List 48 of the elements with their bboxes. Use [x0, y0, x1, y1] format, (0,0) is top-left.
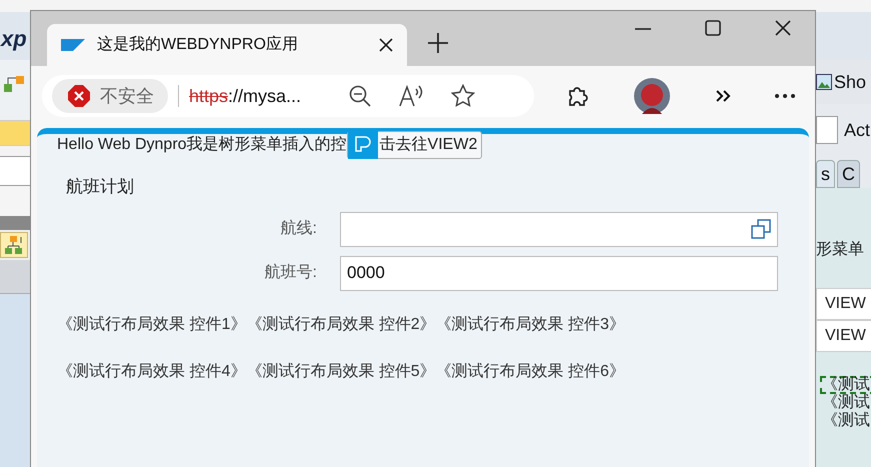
star-icon[interactable]: [451, 84, 475, 108]
field-label: 航班号:: [264, 262, 317, 283]
intro-text: Hello Web Dynpro我是树形菜单插入的控: [57, 134, 347, 155]
tab[interactable]: s: [816, 160, 835, 188]
close-icon[interactable]: [379, 38, 393, 52]
control-text: 《测试行布局效果 控件2》: [246, 314, 436, 334]
table-cell: VIEW: [816, 320, 871, 352]
input-field[interactable]: [340, 212, 778, 246]
control-text: 《测试行布局效果 控件5》: [246, 362, 436, 382]
tree-text: 形菜单: [816, 240, 865, 260]
error-icon: [68, 85, 90, 107]
minimize-icon[interactable]: [635, 28, 651, 30]
control-text: 《测试: [821, 394, 871, 412]
zoom-out-icon[interactable]: [349, 85, 371, 107]
hierarchy-icon[interactable]: [4, 74, 26, 94]
maximize-icon[interactable]: [705, 20, 721, 36]
security-chip[interactable]: 不安全: [52, 79, 168, 113]
picture-icon: [816, 74, 832, 90]
control-text: 《测试: [821, 412, 871, 430]
more-icon[interactable]: [774, 94, 795, 98]
section-title: 航班计划: [66, 176, 135, 198]
puzzle-icon[interactable]: [566, 84, 590, 108]
chevrons-icon[interactable]: [714, 89, 731, 103]
close-icon[interactable]: [775, 20, 791, 36]
read-aloud-icon[interactable]: [399, 85, 423, 107]
document-icon: [348, 131, 378, 159]
new-tab-icon[interactable]: [427, 32, 449, 54]
control-text: 《测试行布局效果 控件1》: [57, 314, 246, 334]
address-bar[interactable]: 不安全 https://mysa...: [42, 75, 534, 117]
view2-button[interactable]: 击去往VIEW2: [346, 131, 482, 159]
input-field[interactable]: [0, 156, 30, 186]
control-text: 《测试行布局效果 控件3》: [436, 314, 626, 334]
browser-tab[interactable]: 这是我的WEBDYNPRO应用: [47, 24, 407, 66]
control-text: 《测试: [820, 376, 871, 394]
field-label: Act: [844, 118, 870, 142]
toolbar-strip: [0, 260, 30, 294]
field-label: 航线:: [280, 218, 317, 239]
window-title: xp: [1, 25, 27, 53]
control-text: 《测试行布局效果 控件4》: [57, 362, 246, 382]
logo-icon: [61, 39, 85, 51]
url-text[interactable]: https://mysa...: [189, 82, 325, 110]
control-text: 《测试行布局效果 控件6》: [436, 362, 626, 382]
input-field[interactable]: 0000: [340, 256, 778, 290]
tab[interactable]: C: [837, 160, 860, 188]
table-cell: VIEW: [816, 288, 871, 320]
value-help-icon[interactable]: [751, 219, 771, 239]
avatar-icon[interactable]: [634, 78, 670, 114]
input-field[interactable]: [816, 116, 838, 144]
